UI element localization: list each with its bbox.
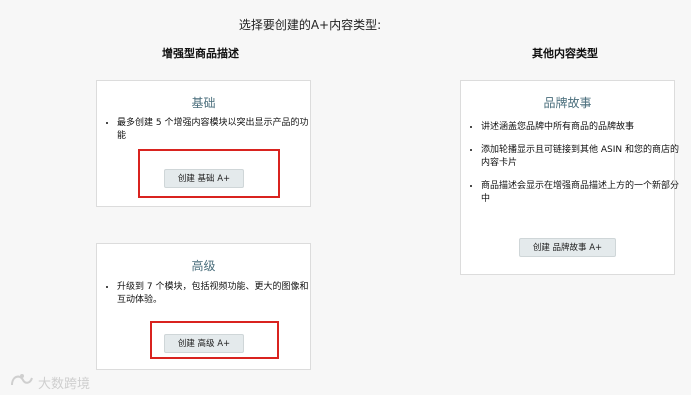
watermark: 大数跨境	[10, 372, 90, 392]
basic-card-title: 基础	[191, 96, 216, 110]
premium-card-description: 升级到 7 个模块，包括视频功能、更大的图像和互动体验。	[97, 281, 317, 317]
create-brand-story-aplus-button[interactable]: 创建 品牌故事 A+	[519, 238, 616, 257]
enhanced-column-title: 增强型商品描述	[162, 47, 239, 60]
brand-story-card-description: 讲述涵盖您品牌中所有商品的品牌故事 添加轮播显示且可链接到其他 ASIN 和您的…	[461, 121, 681, 216]
highlight-box-premium	[150, 321, 279, 359]
basic-card-description: 最多创建 5 个增强内容模块以突出显示产品的功能	[97, 117, 317, 153]
basic-card-bullet: 最多创建 5 个增强内容模块以突出显示产品的功能	[117, 117, 317, 143]
brand-story-card-title: 品牌故事	[543, 96, 592, 110]
brand-story-card: 品牌故事 讲述涵盖您品牌中所有商品的品牌故事 添加轮播显示且可链接到其他 ASI…	[460, 80, 679, 275]
highlight-box-basic	[138, 149, 280, 198]
premium-card-title: 高级	[191, 259, 216, 273]
brand-story-bullet-2: 添加轮播显示且可链接到其他 ASIN 和您的商店的内容卡片	[481, 144, 681, 170]
watermark-text: 大数跨境	[38, 376, 91, 392]
page-prompt: 选择要创建的A+内容类型:	[238, 18, 382, 32]
watermark-logo-icon	[10, 372, 34, 392]
premium-card-bullet: 升级到 7 个模块，包括视频功能、更大的图像和互动体验。	[117, 281, 317, 307]
other-column-title: 其他内容类型	[532, 47, 598, 60]
brand-story-bullet-1: 讲述涵盖您品牌中所有商品的品牌故事	[481, 121, 681, 134]
brand-story-bullet-3: 商品描述会显示在增强商品描述上方的一个新部分中	[481, 180, 681, 206]
